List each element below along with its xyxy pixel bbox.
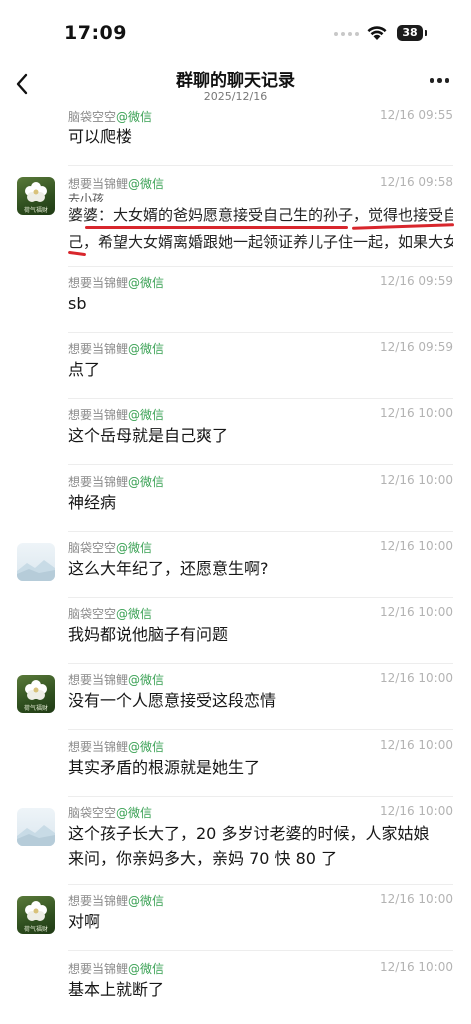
message-divider bbox=[68, 884, 453, 885]
message-time: 12/16 10:00 bbox=[380, 406, 453, 420]
message-time: 12/16 09:55 bbox=[380, 108, 453, 122]
chat-message[interactable]: 脑袋空空@微信 12/16 10:00 这么大年纪了，还愿意生啊? bbox=[0, 539, 471, 603]
more-icon bbox=[429, 78, 434, 83]
message-text-line: 来问，你亲妈多大，亲妈 70 快 80 了 bbox=[68, 849, 338, 868]
message-sender: 脑袋空空@微信 bbox=[68, 607, 153, 621]
chat-message[interactable]: 想要当锦鲤@微信 12/16 09:59 sb bbox=[0, 266, 471, 338]
message-time: 12/16 10:00 bbox=[380, 473, 453, 487]
message-text: 这个孩子长大了，20 多岁讨老婆的时候，人家姑娘 来问，你亲妈多大，亲妈 70 … bbox=[68, 821, 453, 871]
message-divider bbox=[68, 597, 453, 598]
message-time: 12/16 10:00 bbox=[380, 539, 453, 553]
message-text: 点了 bbox=[68, 360, 101, 379]
message-time: 12/16 10:00 bbox=[380, 671, 453, 685]
chat-message[interactable]: 脑袋空空@微信 12/16 09:55 可以爬楼 bbox=[0, 108, 471, 172]
chat-message[interactable]: 想要当锦鲤@微信 12/16 09:59 点了 bbox=[0, 340, 471, 404]
message-text: 对啊 bbox=[68, 912, 101, 931]
message-divider bbox=[68, 464, 453, 465]
message-divider bbox=[68, 950, 453, 951]
message-time: 12/16 10:00 bbox=[380, 804, 453, 818]
avatar-caption: 荷气福财 bbox=[23, 207, 48, 214]
wifi-icon bbox=[366, 24, 388, 45]
message-text-line: 这个孩子长大了，20 多岁讨老婆的时候，人家姑娘 bbox=[68, 824, 430, 843]
message-time: 12/16 10:00 bbox=[380, 960, 453, 974]
avatar[interactable]: 荷气福财 bbox=[17, 177, 55, 215]
message-text: 没有一个人愿意接受这段恋情 bbox=[68, 691, 277, 710]
message-text: 我妈都说他脑子有问题 bbox=[68, 625, 229, 644]
message-time: 12/16 09:59 bbox=[380, 274, 453, 288]
message-text: 可以爬楼 bbox=[68, 127, 133, 146]
nav-bar: 群聊的聊天记录 2025/12/16 bbox=[0, 66, 471, 108]
message-text: 这个岳母就是自己爽了 bbox=[68, 426, 229, 445]
avatar-caption: 荷气福财 bbox=[23, 705, 48, 712]
message-time: 12/16 10:00 bbox=[380, 738, 453, 752]
message-divider bbox=[68, 332, 453, 333]
message-sender: 想要当锦鲤@微信 bbox=[68, 673, 165, 687]
message-sender: 想要当锦鲤@微信 bbox=[68, 276, 165, 290]
page-subtitle-date: 2025/12/16 bbox=[203, 90, 268, 103]
message-sender: 脑袋空空@微信 bbox=[68, 110, 153, 124]
message-sender: 想要当锦鲤@微信 bbox=[68, 342, 165, 356]
chat-message[interactable]: 想要当锦鲤@微信 12/16 10:00 这个岳母就是自己爽了 bbox=[0, 406, 471, 470]
cellular-signal-icon bbox=[334, 32, 359, 36]
message-sender: 想要当锦鲤@微信 bbox=[68, 894, 165, 908]
message-text: 神经病 bbox=[68, 493, 117, 512]
avatar[interactable]: 荷气福财 bbox=[17, 675, 55, 713]
message-sender: 脑袋空空@微信 bbox=[68, 806, 153, 820]
quoted-text: 婆婆：大女婿的爸妈愿意接受自己生的孙子，觉得也接受自 己，希望大女婿离婚跟她一起… bbox=[68, 202, 453, 256]
chat-message[interactable]: 想要当锦鲤@微信 12/16 10:00 其实矛盾的根源就是她生了 bbox=[0, 738, 471, 802]
message-text: sb bbox=[68, 294, 87, 313]
quoted-text-cropped: 去小孩 bbox=[68, 193, 105, 202]
avatar[interactable] bbox=[17, 808, 55, 846]
battery-icon: 38 bbox=[397, 25, 423, 41]
chat-message[interactable]: 脑袋空空@微信 12/16 10:00 我妈都说他脑子有问题 bbox=[0, 605, 471, 669]
avatar[interactable] bbox=[17, 543, 55, 581]
message-divider bbox=[68, 266, 453, 267]
avatar[interactable]: 荷气福财 bbox=[17, 896, 55, 934]
message-divider bbox=[68, 663, 453, 664]
chat-message[interactable]: 荷气福财 想要当锦鲤@微信 12/16 10:00 对啊 bbox=[0, 892, 471, 956]
message-time: 12/16 10:00 bbox=[380, 605, 453, 619]
chat-message[interactable]: 荷气福财 想要当锦鲤@微信 12/16 10:00 没有一个人愿意接受这段恋情 bbox=[0, 671, 471, 735]
status-time: 17:09 bbox=[64, 22, 127, 44]
battery-tip bbox=[425, 30, 427, 36]
message-text: 其实矛盾的根源就是她生了 bbox=[68, 758, 261, 777]
chat-message[interactable]: 荷气福财 想要当锦鲤@微信 12/16 09:58 去小孩 婆婆：大女婿的爸妈愿… bbox=[0, 175, 471, 265]
message-sender: 想要当锦鲤@微信 bbox=[68, 475, 165, 489]
quoted-text-line: 己，希望大女婿离婚跟她一起领证养儿子住一起，如果大女 bbox=[68, 233, 453, 251]
message-time: 12/16 10:00 bbox=[380, 892, 453, 906]
message-divider bbox=[68, 398, 453, 399]
page-title: 群聊的聊天记录 bbox=[176, 71, 295, 91]
message-text: 这么大年纪了，还愿意生啊? bbox=[68, 559, 269, 578]
status-bar: 17:09 38 bbox=[0, 0, 471, 66]
message-text: 基本上就断了 bbox=[68, 980, 165, 999]
message-sender: 想要当锦鲤@微信 bbox=[68, 177, 165, 191]
message-divider bbox=[68, 531, 453, 532]
chat-message[interactable]: 脑袋空空@微信 12/16 10:00 这个孩子长大了，20 多岁讨老婆的时候，… bbox=[0, 804, 471, 890]
message-divider bbox=[68, 729, 453, 730]
chat-message[interactable]: 想要当锦鲤@微信 12/16 10:00 神经病 bbox=[0, 473, 471, 537]
message-divider bbox=[68, 796, 453, 797]
message-sender: 脑袋空空@微信 bbox=[68, 541, 153, 555]
red-underline bbox=[85, 226, 348, 229]
message-divider bbox=[68, 165, 453, 166]
message-time: 12/16 09:59 bbox=[380, 340, 453, 354]
more-button[interactable] bbox=[429, 78, 449, 83]
message-time: 12/16 09:58 bbox=[380, 175, 453, 189]
message-sender: 想要当锦鲤@微信 bbox=[68, 962, 165, 976]
avatar-caption: 荷气福财 bbox=[23, 926, 48, 933]
chat-message[interactable]: 想要当锦鲤@微信 12/16 10:00 基本上就断了 bbox=[0, 960, 471, 1020]
message-sender: 想要当锦鲤@微信 bbox=[68, 408, 165, 422]
message-sender: 想要当锦鲤@微信 bbox=[68, 740, 165, 754]
